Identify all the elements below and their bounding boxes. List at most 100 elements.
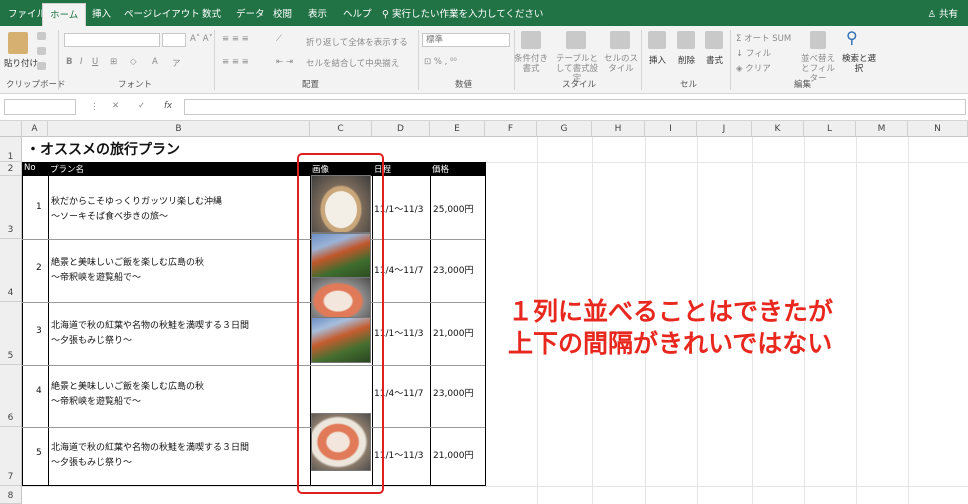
bold-button[interactable]: B	[66, 57, 72, 67]
find-select-button[interactable]: 検索と選択	[842, 54, 876, 74]
cell-styles-button[interactable]: セルのスタイル	[604, 54, 638, 74]
col-header-c[interactable]: C	[310, 121, 372, 137]
row-header-2[interactable]: 2	[0, 162, 22, 176]
sort-filter-icon[interactable]	[810, 31, 826, 49]
tab-page-layout[interactable]: ページレイアウト	[124, 6, 200, 20]
merge-center-button[interactable]: セルを結合して中央揃え	[306, 57, 399, 69]
tab-data[interactable]: データ	[236, 6, 265, 20]
share-button[interactable]: ♙ 共有	[927, 6, 958, 20]
tell-me-search[interactable]: ⚲ 実行したい作業を入力してください	[382, 6, 543, 20]
fill-color-button[interactable]: ◇	[130, 57, 137, 67]
header-price[interactable]: 価格	[432, 163, 449, 175]
font-name-select[interactable]	[64, 33, 160, 47]
indent-buttons[interactable]: ⇤ ⇥	[276, 57, 293, 67]
plan-no[interactable]: 3	[36, 326, 42, 336]
format-as-table-icon[interactable]	[566, 31, 586, 49]
delete-cells-icon[interactable]	[677, 31, 695, 49]
tab-help[interactable]: ヘルプ	[343, 6, 372, 20]
tab-view[interactable]: 表示	[308, 6, 327, 20]
row-header-8[interactable]: 8	[0, 486, 22, 504]
underline-button[interactable]: U	[92, 57, 98, 67]
conditional-format-icon[interactable]	[521, 31, 541, 49]
orientation-button[interactable]: ⟋	[276, 34, 282, 44]
phonetic-button[interactable]: ア	[172, 57, 181, 69]
number-format-buttons[interactable]: ⊡ % , ⁰⁰	[424, 57, 457, 67]
plan-price[interactable]: 23,000円	[433, 263, 474, 276]
vertical-align-buttons[interactable]: ≡ ≡ ≡	[222, 34, 249, 44]
plan-price[interactable]: 23,000円	[433, 386, 474, 399]
plan-name[interactable]: 北海道で秋の紅葉や名物の秋鮭を満喫する３日間	[51, 440, 249, 453]
function-icon[interactable]: fx	[164, 101, 172, 111]
col-header-g[interactable]: G	[537, 121, 592, 137]
cell-styles-icon[interactable]	[610, 31, 630, 49]
plan-no[interactable]: 5	[36, 448, 42, 458]
number-format-select[interactable]: 標準	[422, 33, 510, 47]
delete-cells-button[interactable]: 削除	[678, 54, 695, 66]
col-header-f[interactable]: F	[485, 121, 537, 137]
tab-review[interactable]: 校閲	[273, 6, 292, 20]
insert-cells-button[interactable]: 挿入	[649, 54, 666, 66]
plan-price[interactable]: 25,000円	[433, 202, 474, 215]
plan-subtitle[interactable]: ～ソーキそば食べ歩きの旅～	[51, 209, 168, 222]
row-header-7[interactable]: 7	[0, 427, 22, 486]
plan-subtitle[interactable]: ～夕張もみじ祭り～	[51, 333, 132, 346]
autosum-button[interactable]: Σ オート SUM	[736, 32, 791, 44]
header-no[interactable]: No	[24, 163, 36, 173]
format-cells-icon[interactable]	[705, 31, 723, 49]
col-header-j[interactable]: J	[697, 121, 752, 137]
col-header-i[interactable]: I	[645, 121, 697, 137]
font-color-button[interactable]: A	[152, 57, 158, 67]
plan-subtitle[interactable]: ～帝釈峡を遊覧船で～	[51, 270, 141, 283]
horizontal-align-buttons[interactable]: ≡ ≡ ≡	[222, 57, 249, 67]
col-header-e[interactable]: E	[430, 121, 485, 137]
wrap-text-button[interactable]: 折り返して全体を表示する	[306, 36, 408, 48]
col-header-d[interactable]: D	[372, 121, 430, 137]
plan-name[interactable]: 絶景と美味しいご飯を楽しむ広島の秋	[51, 379, 204, 392]
fill-button[interactable]: ↓ フィル	[736, 47, 771, 59]
font-size-select[interactable]	[162, 33, 186, 47]
sheet-title[interactable]: ・オススメの旅行プラン	[26, 139, 180, 159]
plan-no[interactable]: 1	[36, 202, 42, 212]
tab-home[interactable]: ホーム	[42, 3, 87, 26]
clear-button[interactable]: ◈ クリア	[736, 62, 771, 74]
plan-price[interactable]: 21,000円	[433, 326, 474, 339]
magnifier-icon[interactable]: ⚲	[846, 28, 858, 47]
name-box[interactable]	[4, 99, 76, 115]
paste-icon[interactable]	[8, 32, 28, 54]
row-header-4[interactable]: 4	[0, 239, 22, 302]
copy-icon[interactable]	[37, 47, 46, 55]
format-cells-button[interactable]: 書式	[706, 54, 723, 66]
border-button[interactable]: ⊞	[110, 57, 117, 67]
col-header-h[interactable]: H	[592, 121, 645, 137]
row-header-6[interactable]: 6	[0, 365, 22, 427]
plan-name[interactable]: 絶景と美味しいご飯を楽しむ広島の秋	[51, 255, 204, 268]
font-size-buttons[interactable]: A˄ A˅	[190, 34, 213, 44]
col-header-k[interactable]: K	[752, 121, 804, 137]
col-header-l[interactable]: L	[804, 121, 856, 137]
plan-name[interactable]: 秋だからこそゆっくりガッツリ楽しむ沖縄	[51, 194, 222, 207]
row-header-3[interactable]: 3	[0, 176, 22, 239]
header-plan-name[interactable]: プラン名	[50, 163, 84, 175]
enter-icon[interactable]: ✓	[138, 101, 145, 111]
col-header-a[interactable]: A	[22, 121, 48, 137]
row-header-1[interactable]: 1	[0, 137, 22, 162]
plan-price[interactable]: 21,000円	[433, 448, 474, 461]
cut-icon[interactable]	[37, 32, 46, 40]
plan-no[interactable]: 4	[36, 386, 42, 396]
tab-file[interactable]: ファイル	[8, 6, 46, 20]
col-header-b[interactable]: B	[48, 121, 310, 137]
plan-name[interactable]: 北海道で秋の紅葉や名物の秋鮭を満喫する３日間	[51, 318, 249, 331]
col-header-n[interactable]: N	[908, 121, 968, 137]
tab-insert[interactable]: 挿入	[92, 6, 111, 20]
row-header-5[interactable]: 5	[0, 302, 22, 365]
cancel-icon[interactable]: ✕	[112, 101, 119, 111]
italic-button[interactable]: I	[80, 57, 83, 67]
select-all-corner[interactable]	[0, 121, 22, 137]
col-header-m[interactable]: M	[856, 121, 908, 137]
plan-subtitle[interactable]: ～帝釈峡を遊覧船で～	[51, 394, 141, 407]
insert-cells-icon[interactable]	[648, 31, 666, 49]
tab-formulas[interactable]: 数式	[202, 6, 221, 20]
formula-input[interactable]	[184, 99, 966, 115]
plan-subtitle[interactable]: ～夕張もみじ祭り～	[51, 455, 132, 468]
format-painter-icon[interactable]	[37, 62, 46, 70]
